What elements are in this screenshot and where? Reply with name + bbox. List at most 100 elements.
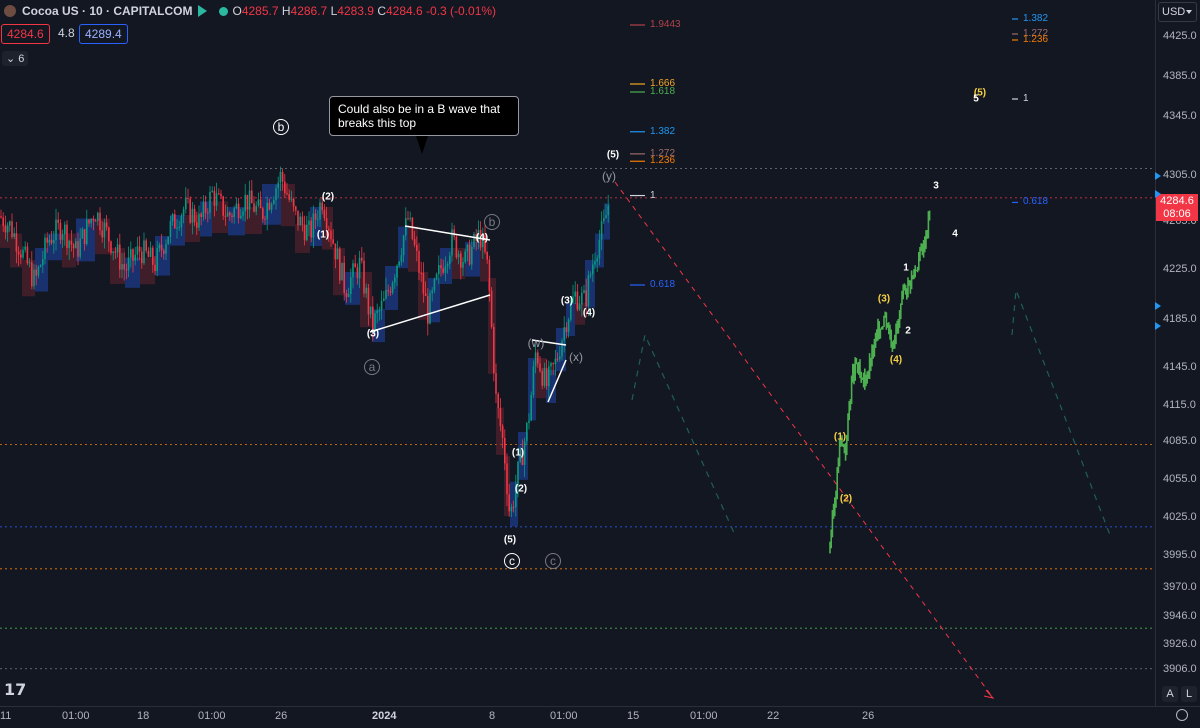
candle xyxy=(143,240,145,264)
wave-label[interactable]: 1 xyxy=(903,262,909,273)
candle xyxy=(189,198,191,223)
tradingview-logo-icon[interactable]: 17 xyxy=(4,680,26,699)
candle xyxy=(295,206,297,211)
candle xyxy=(411,217,414,239)
candle xyxy=(594,261,596,265)
wave-label[interactable]: 5 xyxy=(973,94,979,105)
wave-circle-label[interactable]: b xyxy=(273,119,289,136)
ask-price[interactable]: 4289.4 xyxy=(79,24,128,44)
candle xyxy=(413,238,416,245)
wave-label[interactable]: (3) xyxy=(878,293,890,304)
candle xyxy=(427,296,429,324)
candle xyxy=(79,238,81,257)
candle xyxy=(114,251,117,253)
candle xyxy=(376,310,378,314)
wave-label[interactable]: (1) xyxy=(317,230,329,241)
candle xyxy=(583,290,585,293)
candle xyxy=(369,306,372,315)
candle xyxy=(510,506,513,512)
wave-label[interactable]: (1) xyxy=(834,432,846,443)
price-tick: 4055.0 xyxy=(1163,473,1197,485)
candle xyxy=(110,241,112,254)
right-fib-label: 0.618 xyxy=(1023,196,1049,208)
time-tick: 26 xyxy=(275,710,288,722)
candle xyxy=(321,202,323,211)
candle xyxy=(396,265,398,278)
bid-price[interactable]: 4284.6 xyxy=(1,24,50,44)
candle xyxy=(552,363,554,365)
candle xyxy=(548,366,550,387)
candle xyxy=(92,218,95,221)
wave-label[interactable]: (x) xyxy=(569,350,583,364)
candle xyxy=(332,239,334,244)
wave-circle-label[interactable]: c xyxy=(504,553,520,570)
wave-label[interactable]: (2) xyxy=(322,191,334,202)
wave-label[interactable]: (3) xyxy=(561,296,573,307)
wave-label[interactable]: (5) xyxy=(607,150,619,161)
candle xyxy=(200,213,202,217)
settings-gear-icon[interactable] xyxy=(1176,709,1188,721)
candle xyxy=(297,210,299,226)
auto-scale-button[interactable]: A xyxy=(1162,686,1178,702)
candle xyxy=(526,422,528,442)
time-axis[interactable] xyxy=(0,706,1200,728)
annotation-callout[interactable]: Could also be in a B wave that breaks th… xyxy=(329,96,519,154)
wave-label[interactable]: 2 xyxy=(905,325,911,336)
wave-label[interactable]: (1) xyxy=(512,448,524,459)
candle xyxy=(97,212,99,221)
candle xyxy=(402,235,405,256)
candle xyxy=(125,269,128,271)
wave-label[interactable]: (2) xyxy=(515,483,527,494)
candle xyxy=(497,393,499,409)
candle xyxy=(68,240,70,249)
currency-selector[interactable]: USD xyxy=(1158,2,1197,22)
price-axis[interactable] xyxy=(1155,0,1200,706)
price-tick: 4345.0 xyxy=(1163,110,1197,122)
wave-label[interactable]: (y) xyxy=(602,169,616,183)
wave-label[interactable]: (w) xyxy=(528,336,545,350)
wave-circle-label[interactable]: c xyxy=(545,553,561,570)
candle xyxy=(193,208,196,223)
wave-label[interactable]: (4) xyxy=(890,354,902,365)
wave-circle-label[interactable]: a xyxy=(364,358,380,375)
candle xyxy=(490,290,493,327)
indicators-toggle[interactable]: ⌄ 6 xyxy=(2,51,29,66)
wave-label[interactable]: (4) xyxy=(583,307,595,318)
open-value: 4285.7 xyxy=(241,4,279,18)
candle xyxy=(88,219,90,224)
log-scale-button[interactable]: L xyxy=(1181,686,1197,702)
candle xyxy=(6,225,9,233)
wave-label[interactable]: 4 xyxy=(952,229,958,240)
candle xyxy=(292,198,295,207)
candle xyxy=(380,300,383,311)
candle xyxy=(585,290,587,307)
close-value: 4284.6 xyxy=(385,4,423,18)
candle xyxy=(218,193,220,195)
wave-label[interactable]: (4) xyxy=(476,232,488,243)
candle xyxy=(66,224,68,249)
candle xyxy=(185,198,187,210)
wave-label[interactable]: 3 xyxy=(933,181,939,192)
candle xyxy=(389,291,392,293)
candle xyxy=(90,218,92,224)
candle xyxy=(512,506,515,508)
candle xyxy=(99,212,101,231)
wave-label[interactable]: (2) xyxy=(840,494,852,505)
candle xyxy=(501,426,504,438)
candle xyxy=(306,224,308,241)
candle xyxy=(20,254,22,258)
candle xyxy=(367,287,370,315)
candle xyxy=(83,229,86,245)
candle xyxy=(24,246,26,250)
candle xyxy=(455,236,458,258)
symbol-title[interactable]: Cocoa US · 10 · CAPITALCOM xyxy=(22,4,192,18)
wave-label[interactable]: (5) xyxy=(504,534,516,545)
candle xyxy=(160,244,163,251)
flag-icon[interactable] xyxy=(198,5,208,17)
wave-circle-label[interactable]: b xyxy=(484,214,500,230)
candle xyxy=(202,202,205,217)
candle xyxy=(138,246,141,252)
wave-label[interactable]: (3) xyxy=(367,329,379,340)
candle xyxy=(147,250,150,257)
price-tick: 3946.0 xyxy=(1163,610,1197,622)
